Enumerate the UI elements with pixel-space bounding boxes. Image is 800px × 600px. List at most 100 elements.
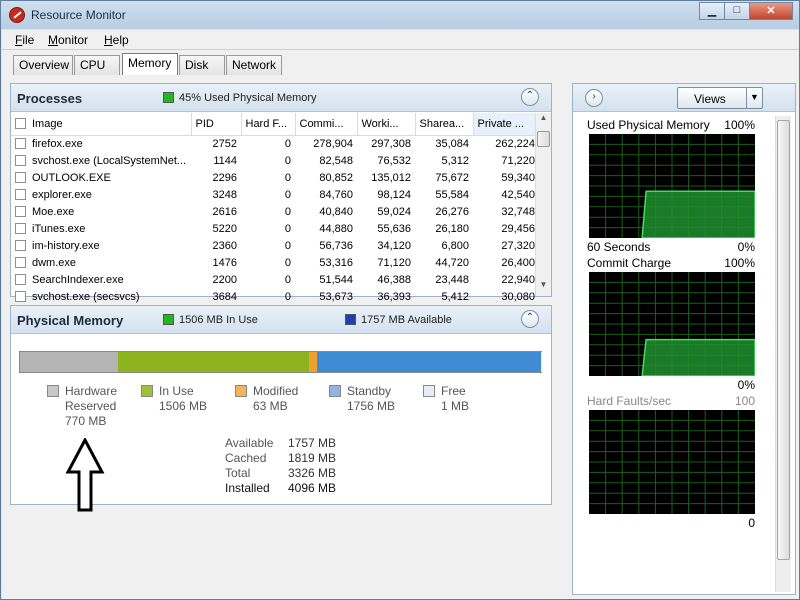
column-header-pid[interactable]: PID xyxy=(191,113,242,136)
summary-total: Total 3326 MB xyxy=(225,466,337,480)
process-value: 55,584 xyxy=(435,188,469,201)
used-memory-status: 45% Used Physical Memory xyxy=(179,92,317,104)
process-value: 5220 xyxy=(212,222,237,235)
row-checkbox[interactable] xyxy=(15,137,26,149)
process-image: im-history.exe xyxy=(11,237,191,254)
process-scrollbar[interactable]: ▲ ▼ xyxy=(535,113,551,296)
graph-canvas xyxy=(589,134,755,238)
process-value: 0 xyxy=(284,239,291,252)
process-table: Image PID Hard F... Commi... Worki... Sh… xyxy=(11,113,540,305)
process-value: 84,760 xyxy=(319,188,353,201)
hard-faults-graph: Hard Faults/sec 100 0 xyxy=(587,394,763,534)
legend-swatch xyxy=(423,385,435,397)
process-image: svchost.exe (LocalSystemNet... xyxy=(11,152,191,169)
process-value: 2616 xyxy=(212,205,237,218)
menu-file[interactable]: File xyxy=(15,33,34,47)
process-value: 42,540 xyxy=(501,188,535,201)
scroll-down-icon[interactable]: ▼ xyxy=(536,280,551,296)
tab-bar: Overview CPU Memory Disk Network xyxy=(2,50,799,75)
process-value: 53,316 xyxy=(319,256,353,269)
menu-monitor[interactable]: Monitor xyxy=(48,33,88,47)
row-checkbox[interactable] xyxy=(15,154,26,166)
tab-overview[interactable]: Overview xyxy=(13,55,73,75)
row-checkbox[interactable] xyxy=(15,171,26,183)
graph-plot xyxy=(589,410,755,514)
maximize-button[interactable]: □ xyxy=(724,2,750,20)
processes-pane: Processes 45% Used Physical Memory ⌃ Ima… xyxy=(10,83,552,303)
summary-available: Available 1757 MB xyxy=(225,436,337,450)
column-header-private[interactable]: Private ... xyxy=(473,113,540,136)
row-checkbox[interactable] xyxy=(15,205,26,217)
legend-swatch xyxy=(329,385,341,397)
process-image: firefox.exe xyxy=(11,135,191,152)
tab-disk[interactable]: Disk xyxy=(179,55,225,75)
graph-max: 100 xyxy=(734,394,755,408)
menu-bar: File Monitor Help xyxy=(2,30,799,50)
process-value: 22,940 xyxy=(501,273,535,286)
column-header-commit[interactable]: Commi... xyxy=(295,113,358,136)
scroll-up-icon[interactable]: ▲ xyxy=(536,113,551,129)
graphs-scroll-thumb[interactable] xyxy=(777,120,790,560)
column-header-hard-faults[interactable]: Hard F... xyxy=(241,113,296,136)
row-checkbox[interactable] xyxy=(15,222,26,234)
select-all-checkbox[interactable] xyxy=(15,117,26,129)
memory-bar-segment xyxy=(317,352,541,372)
table-row[interactable]: svchost.exe (secsvcs) 3684 0 53,673 36,393 5,… xyxy=(11,288,539,305)
graph-canvas xyxy=(589,410,755,514)
menu-help[interactable]: Help xyxy=(104,33,129,47)
table-row[interactable]: OUTLOOK.EXE 2296 0 80,852 135,012 75,672 59,34… xyxy=(11,169,539,186)
memory-tab-content: Processes 45% Used Physical Memory ⌃ Ima… xyxy=(2,75,799,599)
scroll-thumb[interactable] xyxy=(537,131,550,147)
legend-value: 63 MB xyxy=(253,399,288,413)
legend-swatch xyxy=(235,385,247,397)
table-row[interactable]: iTunes.exe 5220 0 44,880 55,636 26,180 29,456 xyxy=(11,220,539,237)
views-button[interactable]: Views ▼ xyxy=(677,87,763,109)
legend-label: Hardware Reserved xyxy=(65,384,118,413)
physical-memory-header[interactable]: Physical Memory 1506 MB In Use 1757 MB A… xyxy=(11,306,551,334)
minimize-button[interactable]: ▁ xyxy=(699,2,725,20)
table-row[interactable]: Moe.exe 2616 0 40,840 59,024 26,276 32,748 xyxy=(11,203,539,220)
process-value: 0 xyxy=(284,154,291,167)
legend-swatch xyxy=(47,385,59,397)
graph-timespan: 60 Seconds xyxy=(587,240,651,254)
table-row[interactable]: SearchIndexer.exe 2200 0 51,544 46,388 23,448… xyxy=(11,271,539,288)
process-value: 2296 xyxy=(212,171,237,184)
processes-collapse-button[interactable]: ⌃ xyxy=(521,88,539,106)
column-header-image[interactable]: Image xyxy=(11,113,192,136)
processes-header[interactable]: Processes 45% Used Physical Memory ⌃ xyxy=(11,84,551,112)
minimize-icon: ▁ xyxy=(707,5,717,17)
process-value: 0 xyxy=(284,256,291,269)
chevron-up-icon: ⌃ xyxy=(525,90,535,101)
tab-memory[interactable]: Memory xyxy=(122,53,178,75)
column-header-shareable[interactable]: Sharea... xyxy=(415,113,474,136)
process-value: 59,340 xyxy=(501,171,535,184)
graph-title: Commit Charge xyxy=(587,256,672,270)
table-row[interactable]: firefox.exe 2752 0 278,904 297,308 35,084 262,… xyxy=(11,135,539,152)
table-row[interactable]: explorer.exe 3248 0 84,760 98,124 55,584 42,54… xyxy=(11,186,539,203)
physical-memory-collapse-button[interactable]: ⌃ xyxy=(521,310,539,328)
resource-monitor-icon xyxy=(9,7,25,23)
row-checkbox[interactable] xyxy=(15,188,26,200)
graph-min: 0% xyxy=(737,240,755,254)
close-button[interactable]: ✕ xyxy=(749,2,793,20)
summary-installed: Installed 4096 MB xyxy=(225,481,337,495)
table-row[interactable]: dwm.exe 1476 0 53,316 71,120 44,720 26,400 xyxy=(11,254,539,271)
graphs-expand-button[interactable]: › xyxy=(585,89,603,107)
column-header-working[interactable]: Worki... xyxy=(357,113,416,136)
tab-cpu[interactable]: CPU xyxy=(74,55,120,75)
title-bar[interactable]: Resource Monitor ▁ □ ✕ xyxy=(1,1,799,29)
graphs-scrollbar[interactable] xyxy=(775,116,791,592)
legend-value: 1506 MB xyxy=(159,399,208,413)
table-row[interactable]: svchost.exe (LocalSystemNet... 1144 0 82,54… xyxy=(11,152,539,169)
dropdown-arrow-icon[interactable]: ▼ xyxy=(746,88,762,108)
table-row[interactable]: im-history.exe 2360 0 56,736 34,120 6,800 27,3… xyxy=(11,237,539,254)
row-checkbox[interactable] xyxy=(15,290,26,302)
legend-value: 1756 MB xyxy=(347,399,396,413)
row-checkbox[interactable] xyxy=(15,239,26,251)
tab-network[interactable]: Network xyxy=(226,55,282,75)
process-value: 135,012 xyxy=(371,171,411,184)
process-value: 55,636 xyxy=(377,222,411,235)
process-value: 3684 xyxy=(212,290,237,303)
row-checkbox[interactable] xyxy=(15,256,26,268)
row-checkbox[interactable] xyxy=(15,273,26,285)
